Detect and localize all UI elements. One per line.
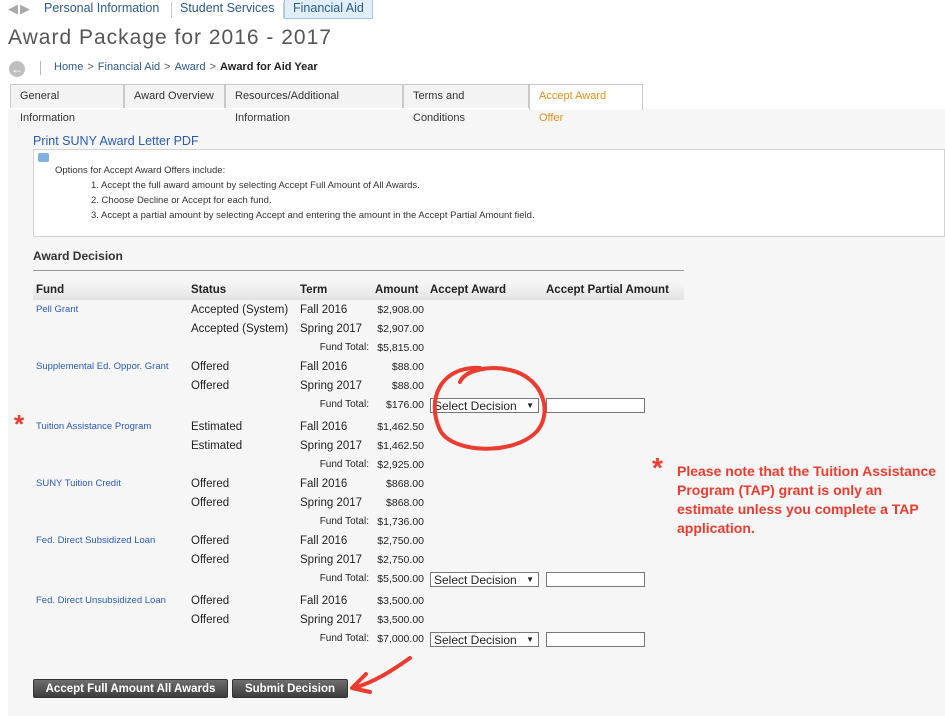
info-line: 3. Accept a partial amount by selecting … — [91, 210, 535, 221]
info-line: 1. Accept the full award amount by selec… — [91, 180, 420, 191]
info-line: 2. Choose Decline or Accept for each fun… — [91, 195, 272, 206]
left-arrow-icon[interactable]: ◀ — [8, 1, 18, 17]
print-award-letter-link[interactable]: Print SUNY Award Letter PDF — [33, 134, 199, 148]
col-accept-partial: Accept Partial Amount — [546, 284, 669, 296]
status-cell: Offered — [191, 535, 230, 547]
fund-link[interactable]: Pell Grant — [36, 304, 78, 315]
amount-cell: $2,750.00 — [377, 554, 424, 566]
col-amount: Amount — [375, 284, 419, 296]
term-cell: Fall 2016 — [300, 304, 348, 316]
breadcrumb-current: Award for Aid Year — [220, 61, 318, 73]
select-label: Select Decision — [434, 633, 517, 647]
tab-resources[interactable]: Resources/Additional Information — [225, 84, 403, 124]
tab-financial-aid[interactable]: Financial Aid — [284, 0, 373, 19]
breadcrumb: Home > Financial Aid > Award > Award for Aid Y… — [54, 61, 318, 73]
fund-link[interactable]: SUNY Tuition Credit — [36, 478, 121, 489]
breadcrumb-separator: > — [87, 61, 94, 73]
chevron-down-icon: ▼ — [526, 575, 534, 584]
amount-cell: $1,462.50 — [377, 440, 424, 452]
section-divider — [33, 270, 684, 271]
info-intro: Options for Accept Award Offers include: — [55, 165, 226, 176]
fund-total-value: $5,500.00 — [377, 573, 424, 585]
fund-link[interactable]: Fed. Direct Subsidized Loan — [36, 535, 155, 546]
fund-total-value: $1,736.00 — [377, 516, 424, 528]
nav-arrows[interactable]: ◀ ▶ — [8, 0, 32, 18]
col-fund: Fund — [36, 284, 65, 296]
status-cell: Offered — [191, 497, 230, 509]
breadcrumb-award[interactable]: Award — [175, 61, 206, 73]
breadcrumb-financial-aid[interactable]: Financial Aid — [98, 61, 160, 73]
fund-total-value: $2,925.00 — [377, 459, 424, 471]
section-title: Award Decision — [33, 249, 123, 263]
red-arrow-annotation — [350, 656, 412, 694]
amount-cell: $3,500.00 — [377, 595, 424, 607]
term-cell: Fall 2016 — [300, 478, 348, 490]
amount-cell: $2,908.00 — [377, 304, 424, 316]
tab-award-overview[interactable]: Award Overview — [124, 84, 225, 108]
tab-student-services[interactable]: Student Services — [172, 0, 283, 18]
status-cell: Offered — [191, 361, 230, 373]
status-cell: Offered — [191, 595, 230, 607]
col-accept-award: Accept Award — [430, 284, 507, 296]
fund-link[interactable]: Tuition Assistance Program — [36, 421, 151, 432]
speech-bubble-icon — [38, 153, 49, 162]
term-cell: Fall 2016 — [300, 421, 348, 433]
breadcrumb-home[interactable]: Home — [54, 61, 83, 73]
tab-terms-and-conditions[interactable]: Terms and Conditions — [403, 84, 529, 124]
fund-total-value: $176.00 — [386, 399, 424, 411]
term-cell: Fall 2016 — [300, 535, 348, 547]
status-cell: Accepted (System) — [191, 304, 289, 316]
amount-cell: $1,462.50 — [377, 421, 424, 433]
fund-link[interactable]: Supplemental Ed. Oppor. Grant — [36, 361, 169, 372]
info-box — [33, 149, 945, 237]
breadcrumb-separator: > — [209, 61, 217, 73]
tab-accept-award-offer[interactable]: Accept Award Offer — [529, 84, 643, 124]
amount-cell: $868.00 — [386, 478, 424, 490]
amount-cell: $3,500.00 — [377, 614, 424, 626]
term-cell: Fall 2016 — [300, 595, 348, 607]
amount-cell: $88.00 — [391, 361, 424, 373]
fund-link[interactable]: Fed. Direct Unsubsidized Loan — [36, 595, 166, 606]
amount-cell: $2,750.00 — [377, 535, 424, 547]
submit-decision-button[interactable]: Submit Decision — [232, 679, 348, 698]
amount-cell: $88.00 — [391, 380, 424, 392]
fund-total-value: $5,815.00 — [377, 342, 424, 354]
tap-estimate-note: Please note that the Tuition Assistance … — [677, 463, 937, 536]
accept-full-amount-button[interactable]: Accept Full Amount All Awards — [33, 679, 228, 698]
back-arrow-icon[interactable]: ← — [9, 61, 25, 77]
page-title: Award Package for 2016 - 2017 — [8, 26, 332, 49]
asterisk-icon: * — [652, 452, 663, 483]
partial-amount-input[interactable] — [546, 572, 645, 587]
status-cell: Offered — [191, 380, 230, 392]
partial-amount-input[interactable] — [546, 398, 645, 413]
status-cell: Offered — [191, 554, 230, 566]
col-term: Term — [300, 284, 328, 296]
asterisk-icon: * — [14, 409, 25, 439]
status-cell: Estimated — [191, 421, 243, 433]
partial-amount-input[interactable] — [546, 632, 645, 647]
breadcrumb-divider — [40, 61, 41, 75]
status-cell: Accepted (System) — [191, 323, 289, 335]
status-cell: Offered — [191, 478, 230, 490]
term-cell: Fall 2016 — [300, 361, 348, 373]
status-cell: Offered — [191, 614, 230, 626]
amount-cell: $2,907.00 — [377, 323, 424, 335]
status-cell: Estimated — [191, 440, 243, 452]
amount-cell: $868.00 — [386, 497, 424, 509]
accept-award-select[interactable]: Select Decision ▼ — [430, 632, 539, 647]
select-label: Select Decision — [434, 573, 517, 587]
accept-award-select[interactable]: Select Decision ▼ — [430, 572, 539, 587]
col-status: Status — [191, 284, 227, 296]
fund-total-value: $7,000.00 — [377, 633, 424, 645]
red-circle-annotation — [432, 365, 547, 451]
chevron-down-icon: ▼ — [526, 635, 534, 644]
breadcrumb-separator: > — [164, 61, 171, 73]
tab-general-information[interactable]: General Information — [10, 84, 124, 124]
tab-personal-information[interactable]: Personal Information — [36, 0, 167, 18]
right-arrow-icon[interactable]: ▶ — [20, 1, 30, 17]
